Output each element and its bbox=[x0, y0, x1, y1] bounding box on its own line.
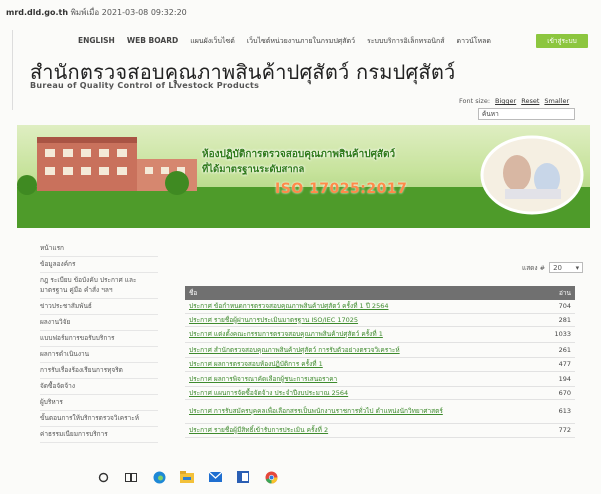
row-hits: 772 bbox=[545, 423, 575, 438]
sidebar-item-home[interactable]: หน้าแรก bbox=[40, 241, 158, 257]
banner-iso: ISO 17025:2017 bbox=[275, 181, 408, 197]
login-button[interactable]: เข้าสู่ระบบ bbox=[536, 34, 588, 48]
font-reset-link[interactable]: Reset bbox=[521, 97, 539, 105]
font-size-label: Font size: bbox=[459, 97, 491, 105]
table-row: ประกาศ การรับสมัครบุคคลเพื่อเลือกสรรเป็น… bbox=[185, 399, 575, 424]
sidebar-item-forms[interactable]: แบบฟอร์มการขอรับบริการ bbox=[40, 331, 158, 347]
row-title-link[interactable]: ประกาศ ผลการตรวจสอบห้องปฏิบัติการ ครั้งท… bbox=[185, 357, 545, 372]
windows-taskbar bbox=[96, 470, 278, 484]
sidebar-item-service-steps[interactable]: ขั้นตอนการให้บริการตรวจวิเคราะห์ bbox=[40, 411, 158, 427]
table-row: ประกาศ รายชื่อผู้ผ่านการประเมินมาตรฐาน I… bbox=[185, 313, 575, 327]
url-rest: พิมพ์เมื่อ 2021-03-08 09:32:20 bbox=[68, 8, 187, 17]
row-title-link[interactable]: ประกาศ สำนักตรวจสอบคุณภาพสินค้าปศุสัตว์ … bbox=[185, 342, 545, 358]
row-hits: 1033 bbox=[545, 326, 575, 343]
per-page-select[interactable]: 20 ▾ bbox=[549, 262, 584, 273]
banner-headline: ห้องปฏิบัติการตรวจสอบคุณภาพสินค้าปศุสัตว… bbox=[202, 149, 396, 160]
font-smaller-link[interactable]: Smaller bbox=[544, 97, 569, 105]
per-page-value: 20 bbox=[553, 263, 562, 272]
row-hits: 194 bbox=[545, 371, 575, 387]
banner-tree bbox=[165, 171, 189, 195]
row-title-link[interactable]: ประกาศ แต่งตั้งคณะกรรมการตรวจสอบคุณภาพสิ… bbox=[185, 326, 545, 343]
document-table: ชื่อ อ่าน ประกาศ ข้อกำหนดการตรวจสอบคุณภา… bbox=[185, 286, 575, 438]
word-icon[interactable] bbox=[236, 470, 250, 484]
table-row: ประกาศ แต่งตั้งคณะกรรมการตรวจสอบคุณภาพสิ… bbox=[185, 326, 575, 343]
row-hits: 281 bbox=[545, 313, 575, 327]
row-hits: 477 bbox=[545, 357, 575, 372]
url-bar: mrd.dld.go.th พิมพ์เมื่อ 2021-03-08 09:3… bbox=[6, 6, 187, 19]
task-view-icon[interactable] bbox=[124, 470, 138, 484]
row-title-link[interactable]: ประกาศ รายชื่อผู้ผ่านการประเมินมาตรฐาน I… bbox=[185, 313, 545, 327]
file-explorer-icon[interactable] bbox=[180, 470, 194, 484]
nav-webboard[interactable]: WEB BOARD bbox=[127, 36, 178, 47]
org-name-english: Bureau of Quality Control of Livestock P… bbox=[30, 81, 260, 90]
column-header-title[interactable]: ชื่อ bbox=[185, 286, 545, 300]
row-title-link[interactable]: ประกาศ ข้อกำหนดการตรวจสอบคุณภาพสินค้าปศุ… bbox=[185, 300, 545, 314]
top-nav: ENGLISH WEB BOARD แผนผังเว็บไซต์ เว็บไซต… bbox=[78, 36, 491, 47]
sidebar-item-research[interactable]: ผลงานวิจัย bbox=[40, 315, 158, 331]
chevron-down-icon: ▾ bbox=[575, 263, 580, 272]
row-title-link[interactable]: ประกาศ รายชื่อผู้มีสิทธิ์เข้ารับการประเม… bbox=[185, 423, 545, 438]
table-row: ประกาศ ผลการพิจารณาคัดเลือกผู้ชนะการเสนอ… bbox=[185, 371, 575, 387]
side-strip bbox=[0, 30, 13, 110]
table-row: ประกาศ ผลการตรวจสอบห้องปฏิบัติการ ครั้งท… bbox=[185, 357, 575, 372]
sidebar-item-results[interactable]: ผลการดำเนินงาน bbox=[40, 347, 158, 363]
sidebar-item-news[interactable]: ข่าวประชาสัมพันธ์ bbox=[40, 299, 158, 315]
nav-sitemap[interactable]: แผนผังเว็บไซต์ bbox=[190, 36, 235, 47]
table-row: ประกาศ รายชื่อผู้มีสิทธิ์เข้ารับการประเม… bbox=[185, 423, 575, 438]
nav-e-services[interactable]: ระบบบริการอิเล็กทรอนิกส์ bbox=[367, 36, 445, 47]
mail-icon[interactable] bbox=[208, 470, 222, 484]
edge-icon[interactable] bbox=[152, 470, 166, 484]
header-banner: ห้องปฏิบัติการตรวจสอบคุณภาพสินค้าปศุสัตว… bbox=[17, 125, 590, 228]
table-row: ประกาศ แผนการจัดซื้อจัดจ้าง ประจำปีงบประ… bbox=[185, 386, 575, 400]
per-page-control: แสดง # 20 ▾ bbox=[522, 262, 584, 273]
row-hits: 704 bbox=[545, 300, 575, 314]
banner-lab-photo bbox=[480, 135, 584, 215]
font-size-controls: Font size: Bigger Reset Smaller bbox=[459, 97, 569, 105]
sidebar-item-fees[interactable]: ค่าธรรมเนียมการบริการ bbox=[40, 427, 158, 443]
banner-subline: ที่ได้มาตรฐานระดับสากล bbox=[202, 164, 305, 175]
url-host: mrd.dld.go.th bbox=[6, 8, 69, 17]
row-title-link[interactable]: ประกาศ แผนการจัดซื้อจัดจ้าง ประจำปีงบประ… bbox=[185, 386, 545, 400]
chrome-icon[interactable] bbox=[264, 470, 278, 484]
row-hits: 261 bbox=[545, 342, 575, 358]
sidebar-item-regulations[interactable]: กฎ ระเบียบ ข้อบังคับ ประกาศ และมาตรฐาน ค… bbox=[40, 273, 158, 299]
search-input[interactable]: ค้นหา bbox=[478, 108, 575, 120]
table-row: ประกาศ สำนักตรวจสอบคุณภาพสินค้าปศุสัตว์ … bbox=[185, 342, 575, 358]
sidebar-item-complaints[interactable]: การรับเรื่องร้องเรียนการทุจริต bbox=[40, 363, 158, 379]
row-hits: 670 bbox=[545, 386, 575, 400]
nav-english[interactable]: ENGLISH bbox=[78, 36, 115, 47]
table-header-row: ชื่อ อ่าน bbox=[185, 286, 575, 300]
row-hits: 613 bbox=[545, 399, 575, 424]
search-icon[interactable] bbox=[96, 470, 110, 484]
row-title-link[interactable]: ประกาศ การรับสมัครบุคคลเพื่อเลือกสรรเป็น… bbox=[185, 399, 545, 424]
nav-internal-sites[interactable]: เว็บไซต์หน่วยงานภายในกรมปศุสัตว์ bbox=[247, 36, 355, 47]
column-header-hits[interactable]: อ่าน bbox=[545, 286, 575, 300]
sidebar-menu: หน้าแรก ข้อมูลองค์กร กฎ ระเบียบ ข้อบังคั… bbox=[40, 241, 158, 443]
table-row: ประกาศ ข้อกำหนดการตรวจสอบคุณภาพสินค้าปศุ… bbox=[185, 300, 575, 314]
banner-building bbox=[37, 141, 137, 191]
sidebar-item-organization[interactable]: ข้อมูลองค์กร bbox=[40, 257, 158, 273]
font-bigger-link[interactable]: Bigger bbox=[495, 97, 516, 105]
row-title-link[interactable]: ประกาศ ผลการพิจารณาคัดเลือกผู้ชนะการเสนอ… bbox=[185, 371, 545, 387]
sidebar-item-procurement[interactable]: จัดซื้อจัดจ้าง bbox=[40, 379, 158, 395]
sidebar-item-executives[interactable]: ผู้บริหาร bbox=[40, 395, 158, 411]
per-page-label: แสดง # bbox=[522, 263, 546, 272]
nav-download[interactable]: ดาวน์โหลด bbox=[457, 36, 491, 47]
